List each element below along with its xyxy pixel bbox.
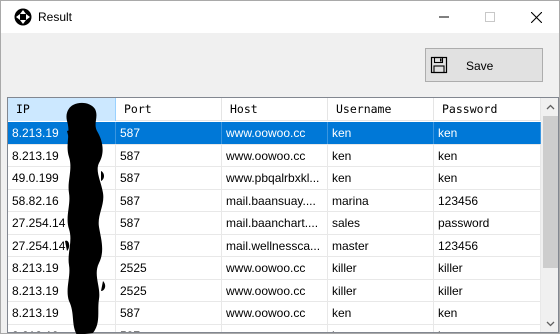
cell-username: k — [328, 324, 434, 332]
cell-host: www.oowoo.cc — [222, 144, 328, 167]
cell-host: mail.baanchart.... — [222, 212, 328, 234]
close-button[interactable] — [513, 1, 559, 33]
cell-port: 587 — [116, 212, 222, 234]
cell-password: 123456 — [434, 234, 541, 257]
maximize-button[interactable] — [467, 1, 513, 33]
scrollbar-thumb[interactable] — [543, 116, 558, 268]
cell-host: www.pbqalrbxkl... — [222, 167, 328, 189]
table-header: IP Port Host Username Password — [8, 98, 541, 121]
close-icon — [530, 11, 542, 23]
cell-host — [222, 324, 328, 332]
cell-password: ken — [434, 167, 541, 189]
cell-password: k — [434, 324, 541, 332]
vertical-scrollbar[interactable] — [541, 98, 558, 332]
cell-ip: 58.82.16 — [8, 189, 116, 212]
table-row[interactable]: 58.82.16 587 mail.baansuay.... marina 123456 — [8, 189, 541, 212]
result-window: Result Save IP Port Host Username Passwo… — [0, 0, 560, 334]
cell-username: killer — [328, 279, 434, 302]
table-row[interactable]: 27.254.14 587 mail.wellnessca... master 1234… — [8, 234, 541, 257]
window-title: Result — [38, 10, 73, 24]
column-header-port[interactable]: Port — [116, 98, 222, 121]
cell-ip: 8.213.19 — [8, 324, 116, 332]
column-header-username[interactable]: Username — [328, 98, 434, 121]
table-row[interactable]: 8.213.19 587 www.oowoo.cc ken ken — [8, 144, 541, 167]
floppy-disk-icon — [430, 56, 448, 74]
cell-password: 123456 — [434, 189, 541, 212]
cell-host: mail.wellnessca... — [222, 234, 328, 257]
save-button-label: Save — [466, 59, 494, 73]
cell-host: www.oowoo.cc — [222, 122, 328, 144]
column-header-password[interactable]: Password — [434, 98, 541, 121]
cell-port: 587 — [116, 144, 222, 167]
cell-username: ken — [328, 167, 434, 189]
cell-ip: 8.213.19 — [8, 279, 116, 302]
cell-ip: 27.254.14 — [8, 234, 116, 257]
cell-host: mail.baansuay.... — [222, 189, 328, 212]
table-row[interactable]: 8.213.19 2525 www.oowoo.cc killer killer — [8, 257, 541, 280]
cell-port: 2525 — [116, 279, 222, 302]
cell-password: ken — [434, 144, 541, 167]
table-row[interactable]: 27.254.14 587 mail.baanchart.... sales passw… — [8, 212, 541, 235]
cell-ip: 27.254.14 — [8, 212, 116, 234]
column-header-host[interactable]: Host — [222, 98, 328, 121]
cell-username: ken — [328, 144, 434, 167]
table-row[interactable]: 8.213.19 587 www.oowoo.cc ken ken — [8, 122, 541, 145]
cell-password: killer — [434, 279, 541, 302]
minimize-button[interactable] — [421, 1, 467, 33]
table-row[interactable]: 8.213.19 2525 www.oowoo.cc killer killer — [8, 279, 541, 302]
scroll-up-button[interactable] — [542, 98, 558, 115]
cell-port: 587 — [116, 324, 222, 332]
cell-ip: 49.0.199 — [8, 167, 116, 189]
diamond-arrows-icon — [14, 8, 32, 26]
minimize-icon — [439, 16, 449, 18]
cell-password: password — [434, 212, 541, 234]
cell-port: 587 — [116, 167, 222, 189]
cell-password: ken — [434, 302, 541, 324]
cell-port: 587 — [116, 189, 222, 212]
cell-ip: 8.213.19 — [8, 257, 116, 279]
cell-ip: 8.213.19 — [8, 302, 116, 324]
toolbar: Save — [1, 33, 559, 96]
table-row[interactable]: 8.213.19 587 www.oowoo.cc ken ken — [8, 302, 541, 325]
column-header-ip[interactable]: IP — [8, 98, 116, 121]
cell-port: 587 — [116, 302, 222, 324]
title-bar[interactable]: Result — [1, 1, 559, 33]
results-table[interactable]: IP Port Host Username Password 8.213.19 5… — [7, 97, 559, 333]
cell-username: marina — [328, 189, 434, 212]
scroll-down-button[interactable] — [542, 315, 558, 332]
cell-username: master — [328, 234, 434, 257]
cell-port: 2525 — [116, 257, 222, 279]
maximize-icon — [485, 12, 495, 22]
cell-username: ken — [328, 302, 434, 324]
cell-username: sales — [328, 212, 434, 234]
cell-ip: 8.213.19 — [8, 144, 116, 167]
chevron-down-icon — [546, 321, 555, 326]
cell-username: killer — [328, 257, 434, 279]
table-body: 8.213.19 587 www.oowoo.cc ken ken 8.213.19 587… — [8, 122, 541, 332]
table-row[interactable]: 49.0.199 587 www.pbqalrbxkl... ken ken — [8, 167, 541, 190]
cell-port: 587 — [116, 234, 222, 257]
cell-host: www.oowoo.cc — [222, 302, 328, 324]
chevron-up-icon — [546, 104, 555, 109]
cell-password: killer — [434, 257, 541, 279]
cell-ip: 8.213.19 — [8, 122, 116, 144]
cell-host: www.oowoo.cc — [222, 279, 328, 302]
cell-host: www.oowoo.cc — [222, 257, 328, 279]
cell-username: ken — [328, 122, 434, 144]
cell-password: ken — [434, 122, 541, 144]
cell-port: 587 — [116, 122, 222, 144]
table-row[interactable]: 8.213.19587 kk — [8, 324, 541, 332]
save-button[interactable]: Save — [425, 48, 543, 82]
